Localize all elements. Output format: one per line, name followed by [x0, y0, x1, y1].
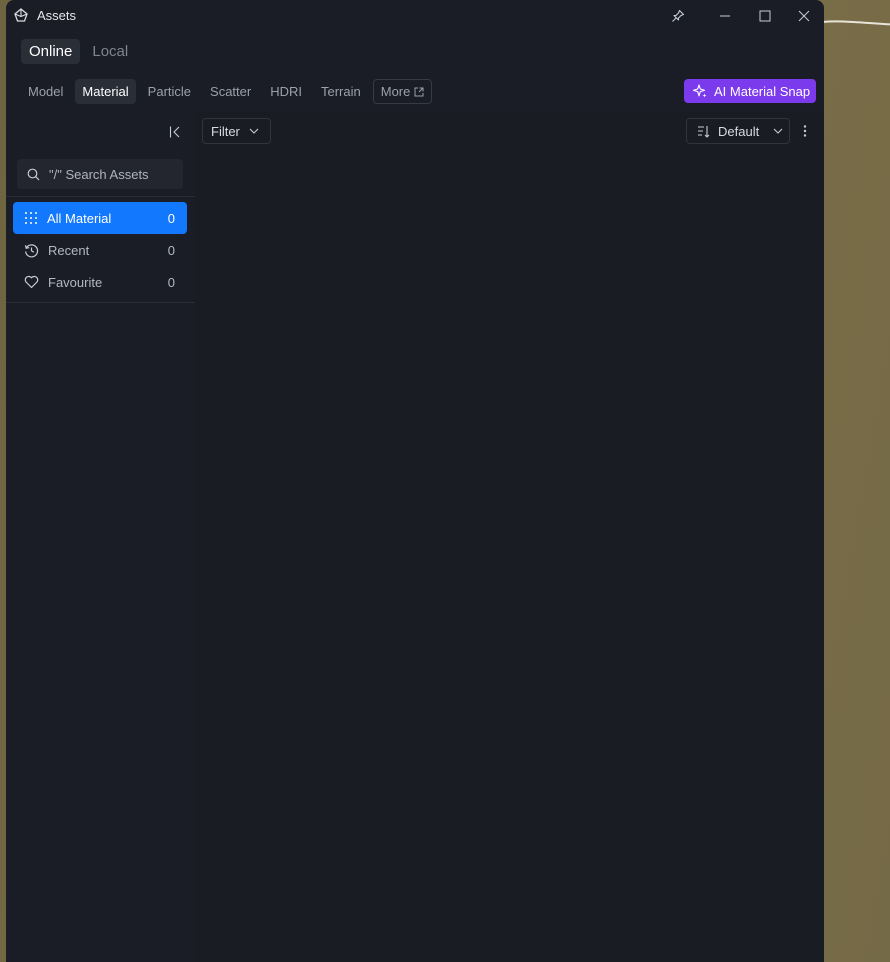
asset-type-tabs: Model Material Particle Scatter HDRI Ter… — [21, 79, 437, 104]
filter-button[interactable]: Filter — [202, 118, 271, 144]
ai-button-label: AI Material Snap — [714, 83, 811, 99]
external-link-icon — [414, 87, 424, 96]
nav-label: All Material — [47, 210, 112, 226]
asset-grid-area: Filter Default — [195, 112, 824, 962]
pin-icon — [672, 9, 685, 22]
ai-material-snap-button[interactable]: AI Material Snap — [684, 79, 816, 103]
nav-count: 0 — [167, 210, 175, 226]
assets-window: Assets Online Local Model Material Parti… — [6, 0, 824, 962]
tab-hdri[interactable]: HDRI — [263, 79, 309, 104]
assets-logo-icon — [14, 8, 28, 22]
nav-recent[interactable]: Recent 0 — [13, 234, 187, 266]
close-button[interactable] — [791, 5, 817, 27]
tab-material[interactable]: Material — [75, 79, 136, 104]
divider — [6, 196, 195, 197]
close-icon — [798, 10, 810, 22]
nav-favourite[interactable]: Favourite 0 — [13, 266, 187, 298]
history-icon — [24, 243, 39, 257]
sort-label: Default — [718, 123, 760, 139]
pin-button[interactable] — [665, 5, 691, 27]
filter-label: Filter — [211, 123, 240, 139]
sparkle-icon — [692, 84, 707, 98]
window-title: Assets — [37, 8, 77, 23]
sort-icon — [698, 125, 710, 138]
search-input[interactable] — [49, 166, 179, 182]
tab-online[interactable]: Online — [21, 39, 81, 64]
nav-label: Recent — [48, 242, 90, 258]
sort-dropdown[interactable]: Default — [686, 118, 790, 144]
collapse-sidebar-button[interactable] — [166, 123, 184, 141]
collapse-left-icon — [169, 126, 180, 138]
chevron-down-icon — [249, 128, 259, 134]
maximize-button[interactable] — [752, 5, 778, 27]
nav-label: Favourite — [48, 274, 103, 290]
tab-particle[interactable]: Particle — [141, 79, 198, 104]
divider — [6, 302, 195, 303]
chevron-down-icon — [773, 128, 783, 134]
source-tabs: Online Local — [21, 39, 136, 64]
more-vertical-icon — [803, 125, 807, 137]
nav-count: 0 — [167, 274, 175, 290]
tab-local[interactable]: Local — [84, 39, 136, 64]
more-options-button[interactable] — [799, 122, 811, 140]
tab-scatter[interactable]: Scatter — [203, 79, 258, 104]
search-icon — [27, 168, 40, 180]
minimize-icon — [720, 15, 730, 17]
title-bar: Assets — [6, 0, 824, 31]
tab-model[interactable]: Model — [21, 79, 70, 104]
nav-all-material[interactable]: All Material 0 — [13, 202, 187, 234]
tab-more[interactable]: More — [372, 79, 433, 104]
sidebar: All Material 0 Recent 0 Favourite 0 — [6, 112, 195, 962]
minimize-button[interactable] — [712, 5, 738, 27]
search-box[interactable] — [17, 159, 183, 189]
more-label: More — [380, 84, 411, 99]
maximize-icon — [759, 10, 771, 22]
tab-terrain[interactable]: Terrain — [314, 79, 368, 104]
grid-dots-icon — [25, 212, 37, 224]
background-stroke — [822, 20, 890, 26]
nav-count: 0 — [167, 242, 175, 258]
heart-icon — [24, 275, 39, 289]
